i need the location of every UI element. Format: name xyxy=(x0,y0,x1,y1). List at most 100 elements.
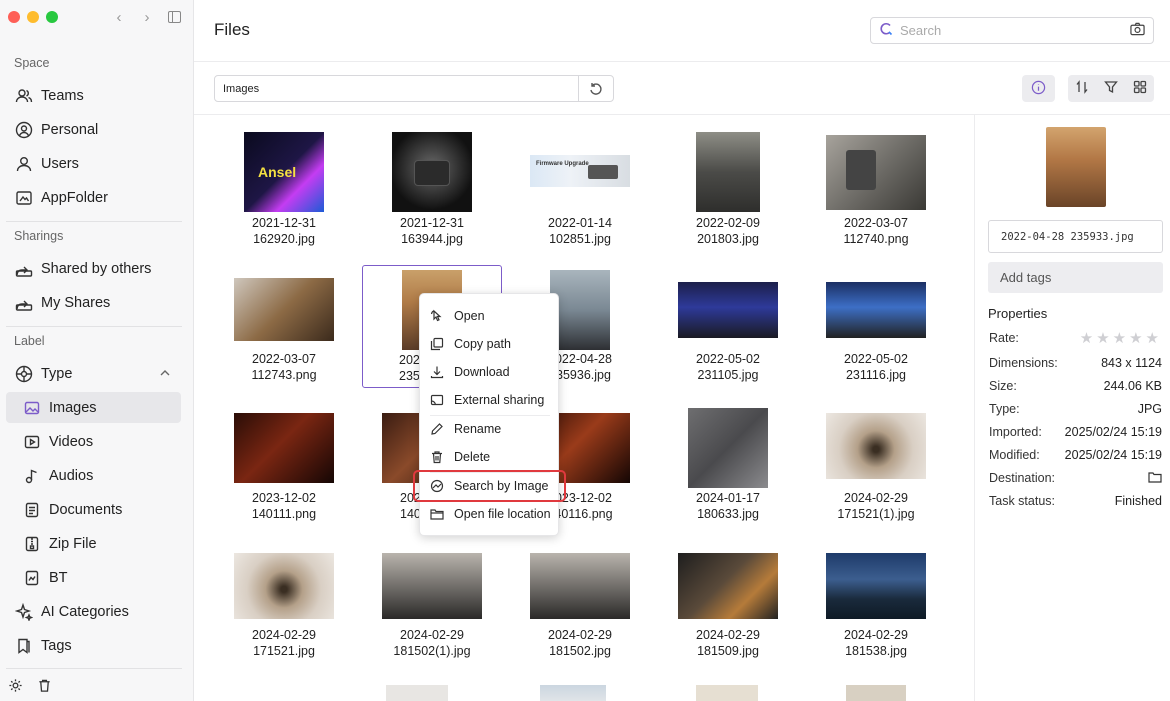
filename-field[interactable]: 2022-04-28 235933.jpg xyxy=(988,220,1163,253)
image-icon xyxy=(22,398,42,418)
grid-view-icon[interactable] xyxy=(1133,80,1147,97)
property-row: Size: 244.06 KB xyxy=(989,379,1162,393)
menu-item-open[interactable]: Open xyxy=(420,304,560,328)
property-key: Destination: xyxy=(989,471,1056,485)
chevron-up-icon[interactable] xyxy=(159,367,171,383)
sidebar-item-ai-categories[interactable]: AI Categories xyxy=(6,596,181,627)
thumbnail xyxy=(826,413,926,479)
sidebar-item-bt[interactable]: BT xyxy=(6,562,181,593)
maximize-window-button[interactable] xyxy=(46,11,58,23)
menu-item-copy-path[interactable]: Copy path xyxy=(420,332,560,356)
thumbnail xyxy=(826,135,926,210)
thumbnail xyxy=(696,132,760,212)
sidebar-item-shared-by-others[interactable]: Shared by others xyxy=(6,253,181,284)
sidebar-item-videos[interactable]: Videos xyxy=(6,426,181,457)
sidebar-item-images[interactable]: Images xyxy=(6,392,181,423)
delete-icon xyxy=(430,450,444,464)
file-item[interactable]: 2022-03-07 112743.png xyxy=(214,265,354,391)
file-item[interactable]: 2024-02-29 181538.jpg xyxy=(806,545,946,671)
menu-item-rename[interactable]: Rename xyxy=(420,417,560,441)
menu-item-delete[interactable]: Delete xyxy=(420,445,560,469)
property-key: Imported: xyxy=(989,425,1042,439)
file-item[interactable]: 2022-05-02 231105.jpg xyxy=(658,265,798,391)
video-icon xyxy=(22,432,42,452)
trash-icon[interactable] xyxy=(37,678,52,696)
file-item[interactable]: Ansel 2021-12-31 162920.jpg xyxy=(214,127,354,253)
close-window-button[interactable] xyxy=(8,11,20,23)
menu-item-external-sharing[interactable]: External sharing xyxy=(420,388,560,412)
forward-arrow-icon[interactable]: › xyxy=(140,9,154,26)
sidebar-item-label: My Shares xyxy=(41,294,111,311)
info-button[interactable] xyxy=(1022,75,1055,102)
file-item[interactable]: 2022-03-07 112740.png xyxy=(806,127,946,253)
sidebar-item-personal[interactable]: Personal xyxy=(6,114,181,145)
search-placeholder: Search xyxy=(900,23,942,38)
info-icon xyxy=(1031,80,1046,98)
sidebar-item-type[interactable]: Type xyxy=(6,358,181,389)
menu-item-label: Rename xyxy=(454,422,502,436)
thumbnail xyxy=(826,282,926,338)
filter-icon[interactable] xyxy=(1104,80,1118,97)
sidebar-item-tags[interactable]: Tags xyxy=(6,630,181,661)
file-item[interactable]: 2021-12-31 163944.jpg xyxy=(362,127,502,253)
sidebar-item-label: Zip File xyxy=(49,535,97,552)
menu-item-label: Copy path xyxy=(454,337,511,351)
file-item[interactable]: 2022-05-02 231116.jpg xyxy=(806,265,946,391)
file-item[interactable]: 2024-01-17 180633.jpg xyxy=(658,405,798,531)
file-name: 2024-02-29 171521(1).jpg xyxy=(837,491,915,521)
share-icon xyxy=(14,293,34,313)
file-item[interactable]: 2024-02-29 181509.jpg xyxy=(658,545,798,671)
sidebar-item-label: Audios xyxy=(49,467,94,484)
sidebar: ‹ › Space Teams Personal Users AppFolder… xyxy=(0,0,194,701)
property-row: Imported: 2025/02/24 15:19 xyxy=(989,425,1162,439)
path-input[interactable]: Images xyxy=(214,75,614,102)
add-tags-field[interactable]: Add tags xyxy=(988,262,1163,293)
menu-item-open-file-location[interactable]: Open file location xyxy=(420,502,560,526)
thumbnail xyxy=(846,685,906,701)
file-item[interactable]: 2023-12-02 140111.png xyxy=(214,405,354,531)
thumbnail xyxy=(688,408,768,488)
rename-icon xyxy=(430,422,444,436)
sidebar-item-label: BT xyxy=(49,569,68,586)
property-row: Destination: xyxy=(989,471,1162,486)
sidebar-item-zip-file[interactable]: Zip File xyxy=(6,528,181,559)
property-value: JPG xyxy=(1137,402,1162,416)
refresh-icon[interactable] xyxy=(578,76,613,101)
sidebar-item-documents[interactable]: Documents xyxy=(6,494,181,525)
file-name: 2024-02-29 181502(1).jpg xyxy=(393,628,471,658)
property-row: Dimensions: 843 x 1124 xyxy=(989,356,1162,370)
document-icon xyxy=(22,500,42,520)
copy-icon xyxy=(430,337,444,351)
sidebar-toggle-icon[interactable] xyxy=(168,11,181,23)
camera-icon[interactable] xyxy=(1130,22,1145,39)
folder-icon[interactable] xyxy=(1148,471,1162,486)
menu-item-download[interactable]: Download xyxy=(420,360,560,384)
sidebar-item-teams[interactable]: Teams xyxy=(6,80,181,111)
details-panel: 2022-04-28 235933.jpg Add tags Propertie… xyxy=(974,115,1170,701)
sidebar-item-label: AppFolder xyxy=(41,189,108,206)
file-item[interactable]: Firmware Upgrade 2022-01-14 102851.jpg xyxy=(510,127,650,253)
file-item[interactable]: 2022-02-09 201803.jpg xyxy=(658,127,798,253)
divider xyxy=(6,668,182,669)
star-rating[interactable]: ★★★★★ xyxy=(1080,329,1162,347)
sidebar-item-my-shares[interactable]: My Shares xyxy=(6,287,181,318)
sort-icon[interactable] xyxy=(1075,80,1089,97)
file-name: 2021-12-31 162920.jpg xyxy=(252,216,316,246)
sidebar-item-label: Teams xyxy=(41,87,84,104)
sidebar-item-audios[interactable]: Audios xyxy=(6,460,181,491)
file-item[interactable]: 2024-02-29 171521.jpg xyxy=(214,545,354,671)
file-item[interactable]: 2024-02-29 181502(1).jpg xyxy=(362,545,502,671)
properties-title: Properties xyxy=(988,306,1048,321)
file-name: 2022-05-02 231116.jpg xyxy=(844,352,908,382)
sidebar-item-appfolder[interactable]: AppFolder xyxy=(6,182,181,213)
search-input[interactable]: Search xyxy=(870,17,1154,44)
minimize-window-button[interactable] xyxy=(27,11,39,23)
menu-item-label: Download xyxy=(454,365,510,379)
sidebar-item-label: Type xyxy=(41,365,73,382)
gear-icon[interactable] xyxy=(8,678,23,696)
sidebar-item-users[interactable]: Users xyxy=(6,148,181,179)
file-item[interactable]: 2024-02-29 181502.jpg xyxy=(510,545,650,671)
sidebar-item-label: Users xyxy=(41,155,79,172)
file-item[interactable]: 2024-02-29 171521(1).jpg xyxy=(806,405,946,531)
back-arrow-icon[interactable]: ‹ xyxy=(112,9,126,26)
